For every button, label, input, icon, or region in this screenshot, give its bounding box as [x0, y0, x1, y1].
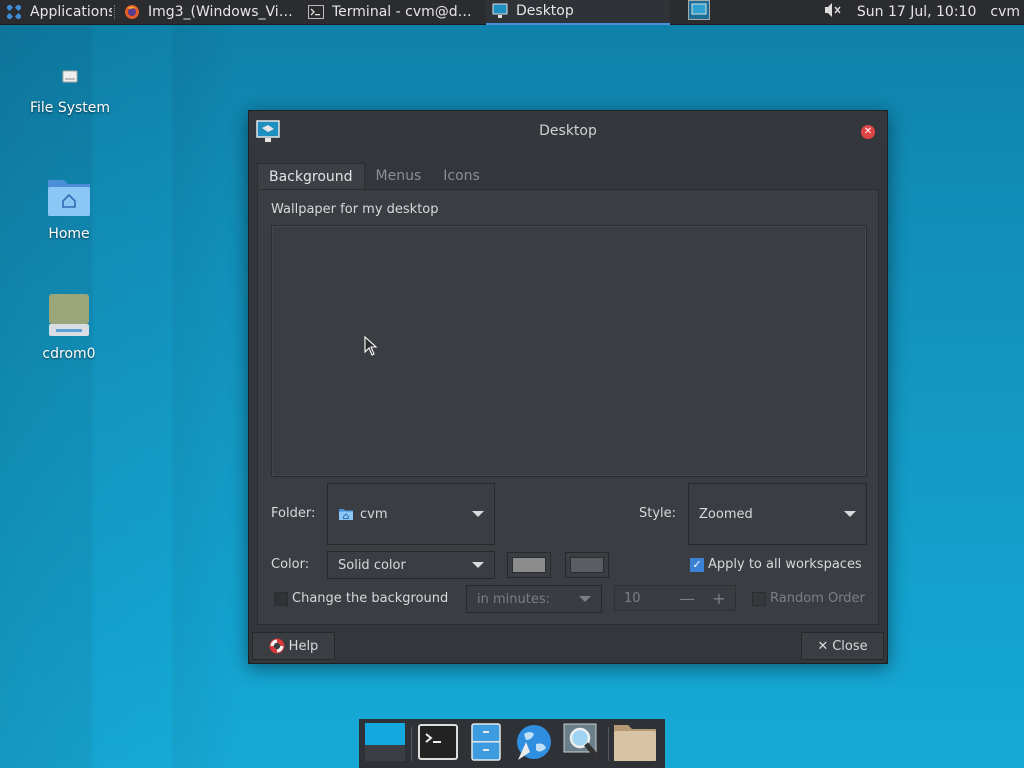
desktop-icon-file-system[interactable]: File System: [20, 58, 120, 116]
chevron-down-icon: [472, 562, 484, 568]
dock-file-manager[interactable]: [462, 720, 510, 768]
background-tab-page: Wallpaper for my desktop Folder: cvm Sty…: [257, 189, 879, 625]
show-desktop-icon: [363, 721, 407, 767]
plus-icon[interactable]: +: [703, 589, 735, 608]
checkmark-icon: ✓: [690, 557, 704, 572]
change-background-checkbox[interactable]: Change the background: [274, 591, 448, 606]
dock-folder[interactable]: [611, 720, 659, 768]
interval-value: 10: [624, 590, 641, 606]
applications-menu[interactable]: Applications: [0, 0, 112, 25]
color2-button[interactable]: [565, 552, 609, 578]
close-icon[interactable]: ✕: [861, 125, 875, 139]
task-label: Img3_(Windows_Vist...: [148, 4, 296, 20]
tab-icons[interactable]: Icons: [432, 163, 491, 189]
dock-terminal[interactable]: [414, 720, 462, 768]
terminal-icon: [308, 4, 324, 20]
task-button-terminal[interactable]: Terminal - cvm@debi...: [302, 0, 486, 25]
close-icon: ✕: [817, 638, 829, 654]
desktop-settings-icon: [492, 3, 508, 19]
desktop-settings-dialog: Desktop ✕ Background Menus Icons Wallpap…: [248, 110, 888, 664]
drive-icon: [46, 58, 94, 94]
home-folder-icon: [338, 507, 354, 521]
dock-show-desktop[interactable]: [361, 720, 409, 768]
desktop-icon-home[interactable]: Home: [19, 172, 119, 242]
chevron-down-icon: [844, 511, 856, 517]
dock-app-finder[interactable]: [558, 720, 606, 768]
desktop-icon-label: File System: [29, 100, 111, 116]
close-label: Close: [832, 638, 868, 654]
workspace-switcher[interactable]: [684, 0, 714, 25]
help-button[interactable]: Help: [252, 632, 335, 660]
task-button-firefox[interactable]: Img3_(Windows_Vist...: [118, 0, 302, 25]
random-order-label: Random Order: [770, 591, 865, 606]
folder-value: cvm: [360, 506, 388, 522]
checkbox-box: [752, 591, 766, 606]
checkbox-box: [274, 591, 288, 606]
app-finder-icon: [562, 722, 602, 766]
folder-icon: [612, 721, 658, 767]
desktop-icon-cdrom0[interactable]: cdrom0: [19, 292, 119, 362]
desktop-settings-icon: [256, 120, 280, 144]
color-label: Color:: [271, 557, 310, 572]
home-folder-icon: [45, 172, 93, 220]
apply-all-label: Apply to all workspaces: [708, 557, 862, 572]
style-label: Style:: [639, 506, 677, 521]
apply-all-workspaces-checkbox[interactable]: ✓ Apply to all workspaces: [690, 557, 862, 572]
tab-menus[interactable]: Menus: [365, 163, 433, 189]
desktop-icon-label: cdrom0: [42, 346, 96, 362]
color1-swatch: [512, 557, 546, 573]
wallpaper-heading: Wallpaper for my desktop: [271, 202, 439, 217]
tab-background[interactable]: Background: [257, 163, 365, 189]
web-browser-icon: [514, 722, 554, 766]
chevron-down-icon: [472, 511, 484, 517]
interval-unit-combo[interactable]: in minutes:: [466, 585, 602, 613]
dock-separator: [608, 726, 609, 761]
dock-separator: [411, 726, 412, 761]
color-style-combo[interactable]: Solid color: [327, 551, 495, 579]
terminal-icon: [418, 723, 458, 764]
color-style-value: Solid color: [338, 557, 406, 573]
settings-notebook: Background Menus Icons Wallpaper for my …: [257, 163, 879, 625]
chevron-down-icon: [579, 596, 591, 602]
style-combo[interactable]: Zoomed: [688, 483, 867, 545]
volume-muted-icon: [824, 2, 842, 22]
interval-spinner[interactable]: 10 — +: [614, 585, 736, 611]
help-label: Help: [288, 638, 319, 654]
dialog-titlebar[interactable]: Desktop ✕: [249, 111, 887, 151]
dialog-title: Desktop: [539, 123, 597, 139]
wallpaper-preview-list[interactable]: [271, 225, 867, 477]
folder-label: Folder:: [271, 506, 316, 521]
style-value: Zoomed: [699, 506, 753, 522]
color2-swatch: [570, 557, 604, 573]
file-manager-icon: [471, 722, 501, 765]
folder-combo[interactable]: cvm: [327, 483, 495, 545]
task-label: Desktop: [516, 3, 574, 19]
interval-unit-value: in minutes:: [477, 591, 550, 607]
clock[interactable]: Sun 17 Jul, 10:10: [851, 0, 983, 25]
firefox-icon: [124, 4, 140, 20]
help-icon: [269, 638, 285, 654]
change-background-label: Change the background: [292, 591, 449, 606]
applications-label: Applications: [30, 4, 112, 20]
workspace-thumbnail-icon: [688, 0, 710, 24]
task-label: Terminal - cvm@debi...: [332, 4, 480, 20]
xfce-logo-icon: [6, 4, 22, 20]
volume-button[interactable]: [815, 0, 851, 25]
optical-drive-icon: [45, 292, 93, 340]
color1-button[interactable]: [507, 552, 551, 578]
user-menu[interactable]: cvm: [982, 0, 1024, 25]
close-button[interactable]: ✕ Close: [801, 632, 884, 660]
mouse-pointer-icon: [364, 335, 378, 360]
random-order-checkbox[interactable]: Random Order: [752, 591, 865, 606]
tab-bar: Background Menus Icons: [257, 163, 879, 189]
task-button-desktop[interactable]: Desktop: [486, 0, 670, 25]
bottom-dock: [359, 719, 665, 768]
minus-icon[interactable]: —: [671, 589, 703, 608]
top-panel: Applications Img3_(Windows_Vist... Termi…: [0, 0, 1024, 25]
dock-web-browser[interactable]: [510, 720, 558, 768]
desktop-icon-label: Home: [48, 226, 90, 242]
